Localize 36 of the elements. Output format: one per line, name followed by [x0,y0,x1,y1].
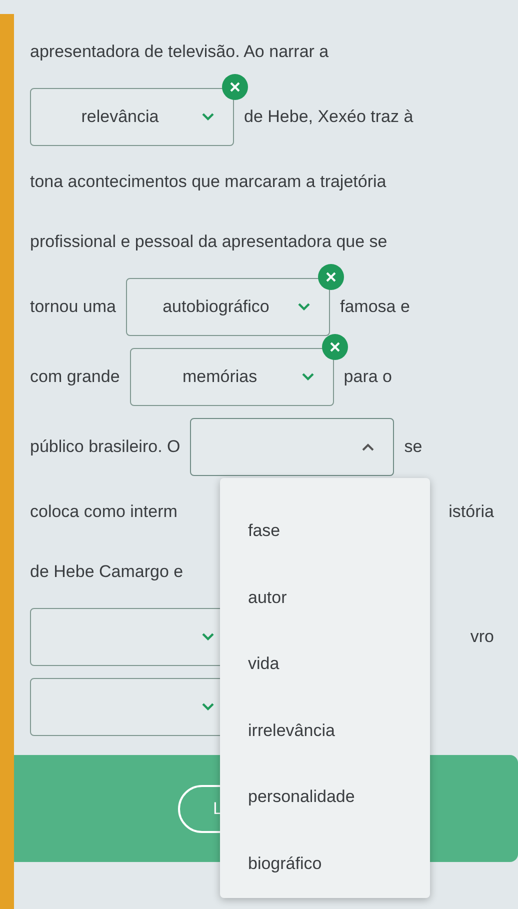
close-icon [229,81,241,93]
sentence-text: de Hebe Camargo e [30,561,184,584]
sentence-text: vro [470,626,494,648]
menu-option[interactable]: irrelevância [220,698,430,764]
sentence-text: público brasileiro. O [30,436,180,458]
clear-button[interactable] [222,74,248,100]
sentence-text: istória [448,501,494,524]
chevron-down-icon [297,301,311,313]
close-icon [325,271,337,283]
sentence-text: coloca como interm [30,501,178,524]
menu-option[interactable]: biográfico [220,830,430,897]
dropdown-field[interactable] [190,418,394,476]
chevron-down-icon [300,371,315,383]
close-icon [328,341,341,353]
sentence-text: se [404,436,422,458]
chevron-down-icon [201,701,215,713]
clear-button[interactable] [322,334,348,360]
sentence-text: de Hebe, Xexéo traz à [244,106,414,128]
chevron-down-icon [201,631,215,643]
sentence-text: tona acontecimentos que marcaram a trajetória [30,171,386,194]
sentence-text: tornou uma [30,296,116,318]
dropdown-field[interactable]: memórias [130,348,334,406]
menu-option[interactable]: autor [220,564,430,631]
chevron-down-icon [201,111,215,123]
menu-option[interactable]: fase [220,498,430,564]
dropdown-field[interactable]: relevância [30,88,234,146]
sentence-text: famosa e [340,296,410,318]
menu-option[interactable]: personalidade [220,764,430,830]
menu-option[interactable]: vida [220,631,430,698]
sentence-text: apresentadora de televisão. Ao narrar a [30,41,329,64]
sentence-text: para o [344,366,392,388]
sentence-text: com grande [30,366,120,388]
sentence-text: profissional e pessoal da apresentadora que se [30,231,388,254]
dropdown-field[interactable]: autobiográfico [126,278,330,336]
caret-up-icon [361,441,376,453]
clear-button[interactable] [318,264,344,290]
